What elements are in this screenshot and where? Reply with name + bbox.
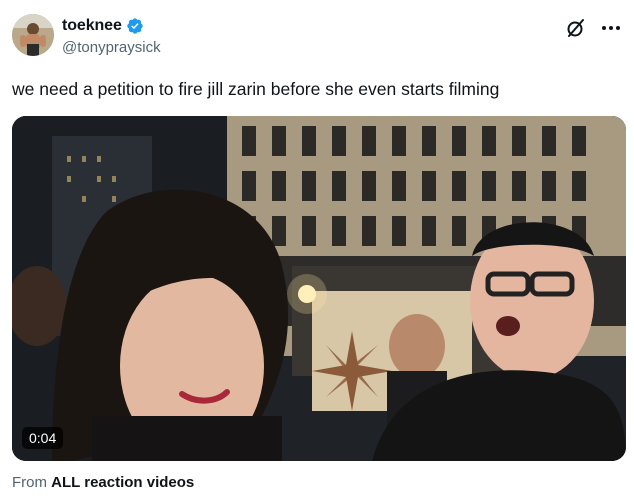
handle[interactable]: @tonypraysick <box>62 39 161 56</box>
display-name[interactable]: toeknee <box>62 17 122 35</box>
verified-badge-icon <box>126 17 144 35</box>
avatar[interactable] <box>12 14 54 56</box>
video-source: From ALL reaction videos <box>12 474 194 491</box>
grok-icon[interactable] <box>566 18 586 38</box>
video-player[interactable]: 0:04 <box>12 116 626 461</box>
source-link[interactable]: ALL reaction videos <box>51 474 194 491</box>
tweet-header: toeknee @tonypraysick <box>12 14 622 64</box>
tweet-text: we need a petition to fire jill zarin be… <box>12 79 500 99</box>
video-duration-badge: 0:04 <box>22 427 64 449</box>
video-frame <box>12 116 626 461</box>
source-prefix: From <box>12 474 47 491</box>
more-options-icon[interactable] <box>600 18 622 38</box>
